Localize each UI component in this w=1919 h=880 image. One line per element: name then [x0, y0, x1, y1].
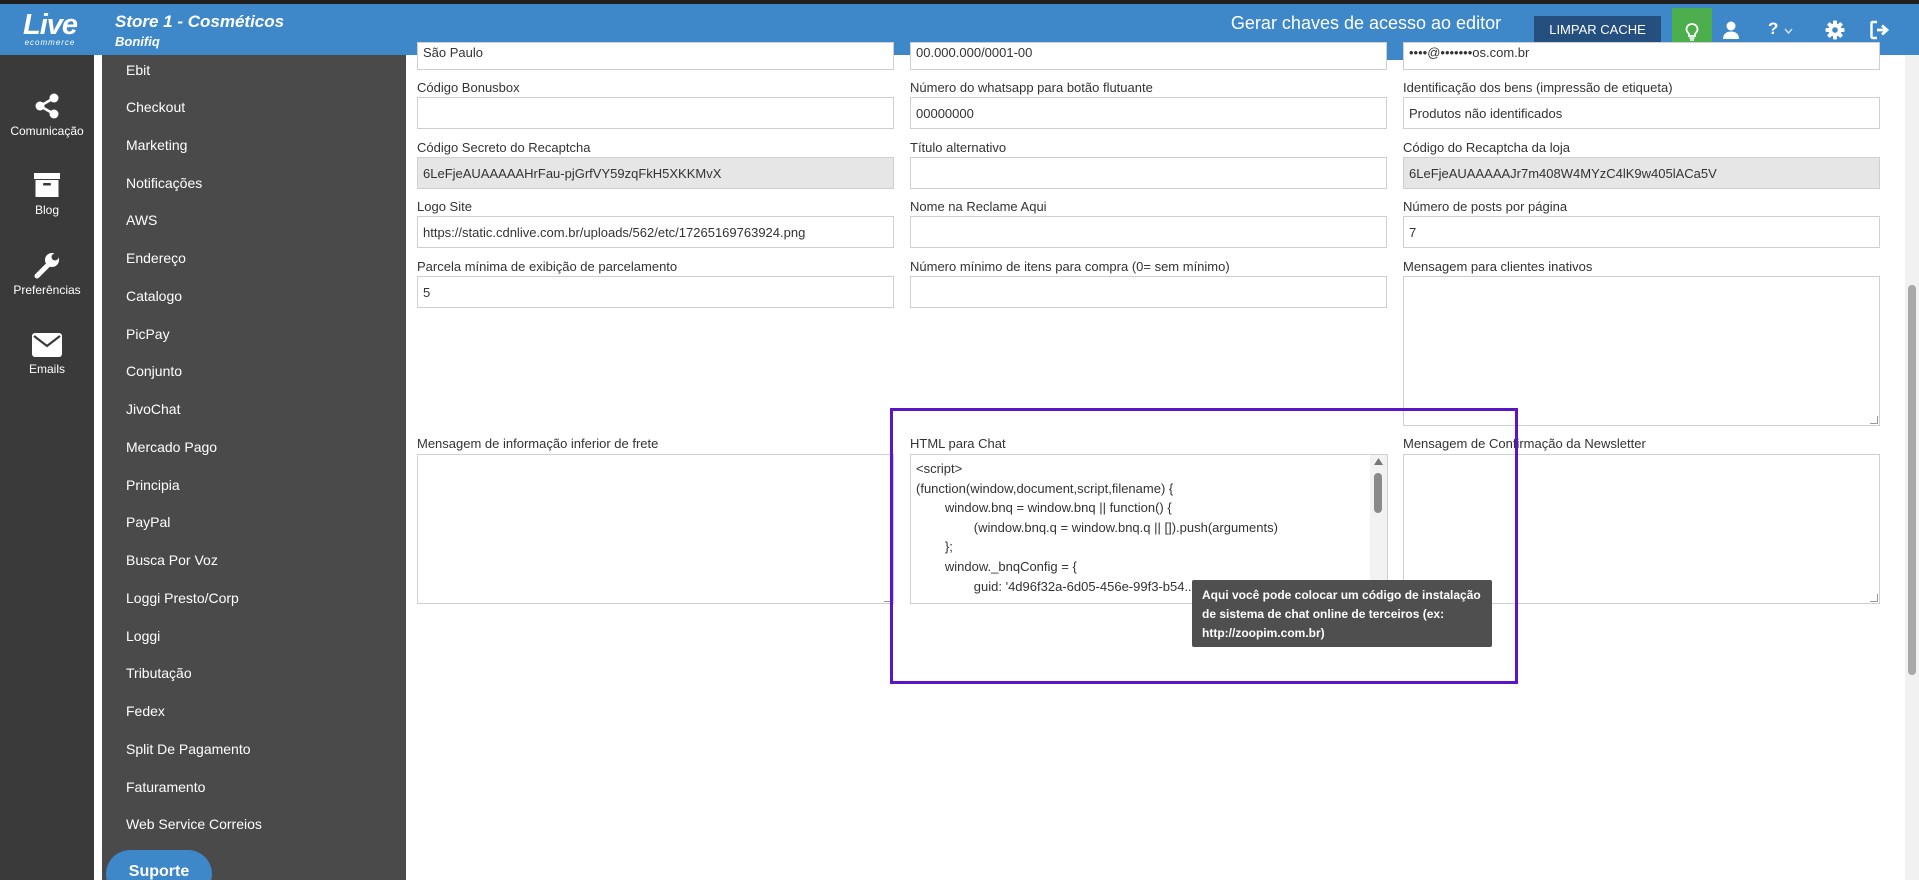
highlight-box	[890, 408, 1518, 684]
submenu-item-jivochat[interactable]: JivoChat	[126, 401, 180, 417]
rail-item-label: Comunicação	[10, 124, 84, 138]
logo-text: Live	[22, 9, 78, 41]
recaptcha-secret-label: Código Secreto do Recaptcha	[417, 140, 591, 155]
msg-inativos-textarea[interactable]	[1403, 276, 1880, 426]
bonusbox-label: Código Bonusbox	[417, 80, 520, 95]
msg-frete-label: Mensagem de informação inferior de frete	[417, 436, 659, 451]
logo-subtext: ecommerce	[24, 38, 76, 47]
store-subtitle: Bonifiq	[115, 34, 160, 49]
settings-gear-icon[interactable]	[1823, 18, 1847, 42]
posts-pagina-input[interactable]: 7	[1403, 216, 1880, 248]
submenu-item-conjunto[interactable]: Conjunto	[126, 363, 182, 379]
identificacao-label: Identificação dos bens (impressão de eti…	[1403, 80, 1673, 95]
titulo-alternativo-label: Título alternativo	[910, 140, 1007, 155]
submenu-item-fedex[interactable]: Fedex	[126, 703, 165, 719]
rail-item-label: Emails	[28, 362, 65, 376]
cnpj-field[interactable]: 00.000.000/0001-00	[910, 42, 1387, 70]
rail-item-emails[interactable]: Emails	[0, 332, 94, 376]
lightbulb-icon	[1685, 23, 1699, 41]
submenu-item-notificacoes[interactable]: Notificações	[126, 175, 202, 191]
parcela-minima-label: Parcela mínima de exibição de parcelamen…	[417, 259, 678, 274]
submenu-item-catalogo[interactable]: Catalogo	[126, 288, 182, 304]
submenu-item-checkout[interactable]: Checkout	[126, 99, 185, 115]
min-itens-label: Número mínimo de itens para compra (0= s…	[910, 259, 1230, 274]
city-field[interactable]: São Paulo	[417, 42, 894, 70]
msg-frete-textarea[interactable]	[417, 454, 894, 604]
share-icon	[35, 93, 59, 119]
submenu-item-endereco[interactable]: Endereço	[126, 250, 186, 266]
titulo-alternativo-input[interactable]	[910, 157, 1387, 189]
email-field[interactable]: ••••@•••••••os.com.br	[1403, 42, 1880, 70]
left-rail: Comunicação Blog Preferências Emails	[0, 55, 94, 880]
submenu-item-loggi[interactable]: Loggi	[126, 628, 160, 644]
rail-item-comunicacao[interactable]: Comunicação	[0, 92, 94, 138]
logout-icon[interactable]	[1868, 18, 1892, 42]
rail-gap	[94, 55, 102, 880]
whatsapp-label: Número do whatsapp para botão flutuante	[910, 80, 1153, 95]
page-scrollbar[interactable]	[1905, 55, 1919, 880]
clear-cache-button[interactable]: LIMPAR CACHE	[1534, 16, 1661, 44]
submenu-item-aws[interactable]: AWS	[126, 212, 157, 228]
bonusbox-input[interactable]	[417, 97, 894, 129]
submenu-item-ebit[interactable]: Ebit	[126, 62, 150, 78]
user-icon[interactable]	[1719, 18, 1743, 42]
posts-pagina-label: Número de posts por página	[1403, 199, 1568, 214]
submenu-item-tributacao[interactable]: Tributação	[126, 665, 192, 681]
submenu-item-web-service-correios[interactable]: Web Service Correios	[126, 816, 262, 832]
msg-inativos-label: Mensagem para clientes inativos	[1403, 259, 1593, 274]
submenu-item-busca-por-voz[interactable]: Busca Por Voz	[126, 552, 218, 568]
page-scrollbar-thumb[interactable]	[1908, 285, 1916, 675]
submenu-item-split-pagamento[interactable]: Split De Pagamento	[126, 741, 251, 757]
whatsapp-input[interactable]: 00000000	[910, 97, 1387, 129]
chevron-down-icon	[1784, 28, 1793, 34]
store-title: Store 1 - Cosméticos	[115, 12, 285, 31]
resize-handle[interactable]	[1870, 416, 1878, 424]
min-itens-input[interactable]	[910, 276, 1387, 308]
reclame-aqui-input[interactable]	[910, 216, 1387, 248]
recaptcha-loja-input[interactable]: 6LeFjeAUAAAAAJr7m408W4MYzC4lK9w405lACa5V	[1403, 157, 1880, 189]
parcela-minima-input[interactable]: 5	[417, 276, 894, 308]
logo-site-input[interactable]: https://static.cdnlive.com.br/uploads/56…	[417, 216, 894, 248]
wrench-icon	[34, 253, 59, 279]
identificacao-input[interactable]: Produtos não identificados	[1403, 97, 1880, 129]
submenu-item-loggi-presto[interactable]: Loggi Presto/Corp	[126, 590, 239, 606]
live-logo[interactable]: Live ecommerce	[16, 10, 84, 50]
support-button[interactable]: Suporte	[106, 850, 212, 880]
rail-item-label: Blog	[34, 203, 60, 217]
help-icon: ?	[1768, 19, 1779, 38]
rail-item-preferencias[interactable]: Preferências	[0, 251, 94, 297]
envelope-icon	[32, 333, 62, 357]
settings-submenu: Ebit Checkout Marketing Notificações AWS…	[102, 55, 406, 880]
resize-handle[interactable]	[1870, 594, 1878, 602]
inbox-icon	[34, 173, 60, 197]
reclame-aqui-label: Nome na Reclame Aqui	[910, 199, 1047, 214]
submenu-item-paypal[interactable]: PayPal	[126, 514, 170, 530]
logo-site-label: Logo Site	[417, 199, 472, 214]
rail-item-blog[interactable]: Blog	[0, 171, 94, 217]
help-menu[interactable]: ?	[1762, 18, 1802, 42]
submenu-item-picpay[interactable]: PicPay	[126, 326, 170, 342]
submenu-item-principia[interactable]: Principia	[126, 477, 180, 493]
submenu-item-faturamento[interactable]: Faturamento	[126, 779, 205, 795]
recaptcha-loja-label: Código do Recaptcha da loja	[1403, 140, 1570, 155]
rail-item-label: Preferências	[13, 283, 81, 297]
recaptcha-secret-input[interactable]: 6LeFjeAUAAAAAHrFau-pjGrfVY59zqFkH5XKKMvX	[417, 157, 894, 189]
submenu-item-marketing[interactable]: Marketing	[126, 137, 187, 153]
submenu-item-mercado-pago[interactable]: Mercado Pago	[126, 439, 217, 455]
